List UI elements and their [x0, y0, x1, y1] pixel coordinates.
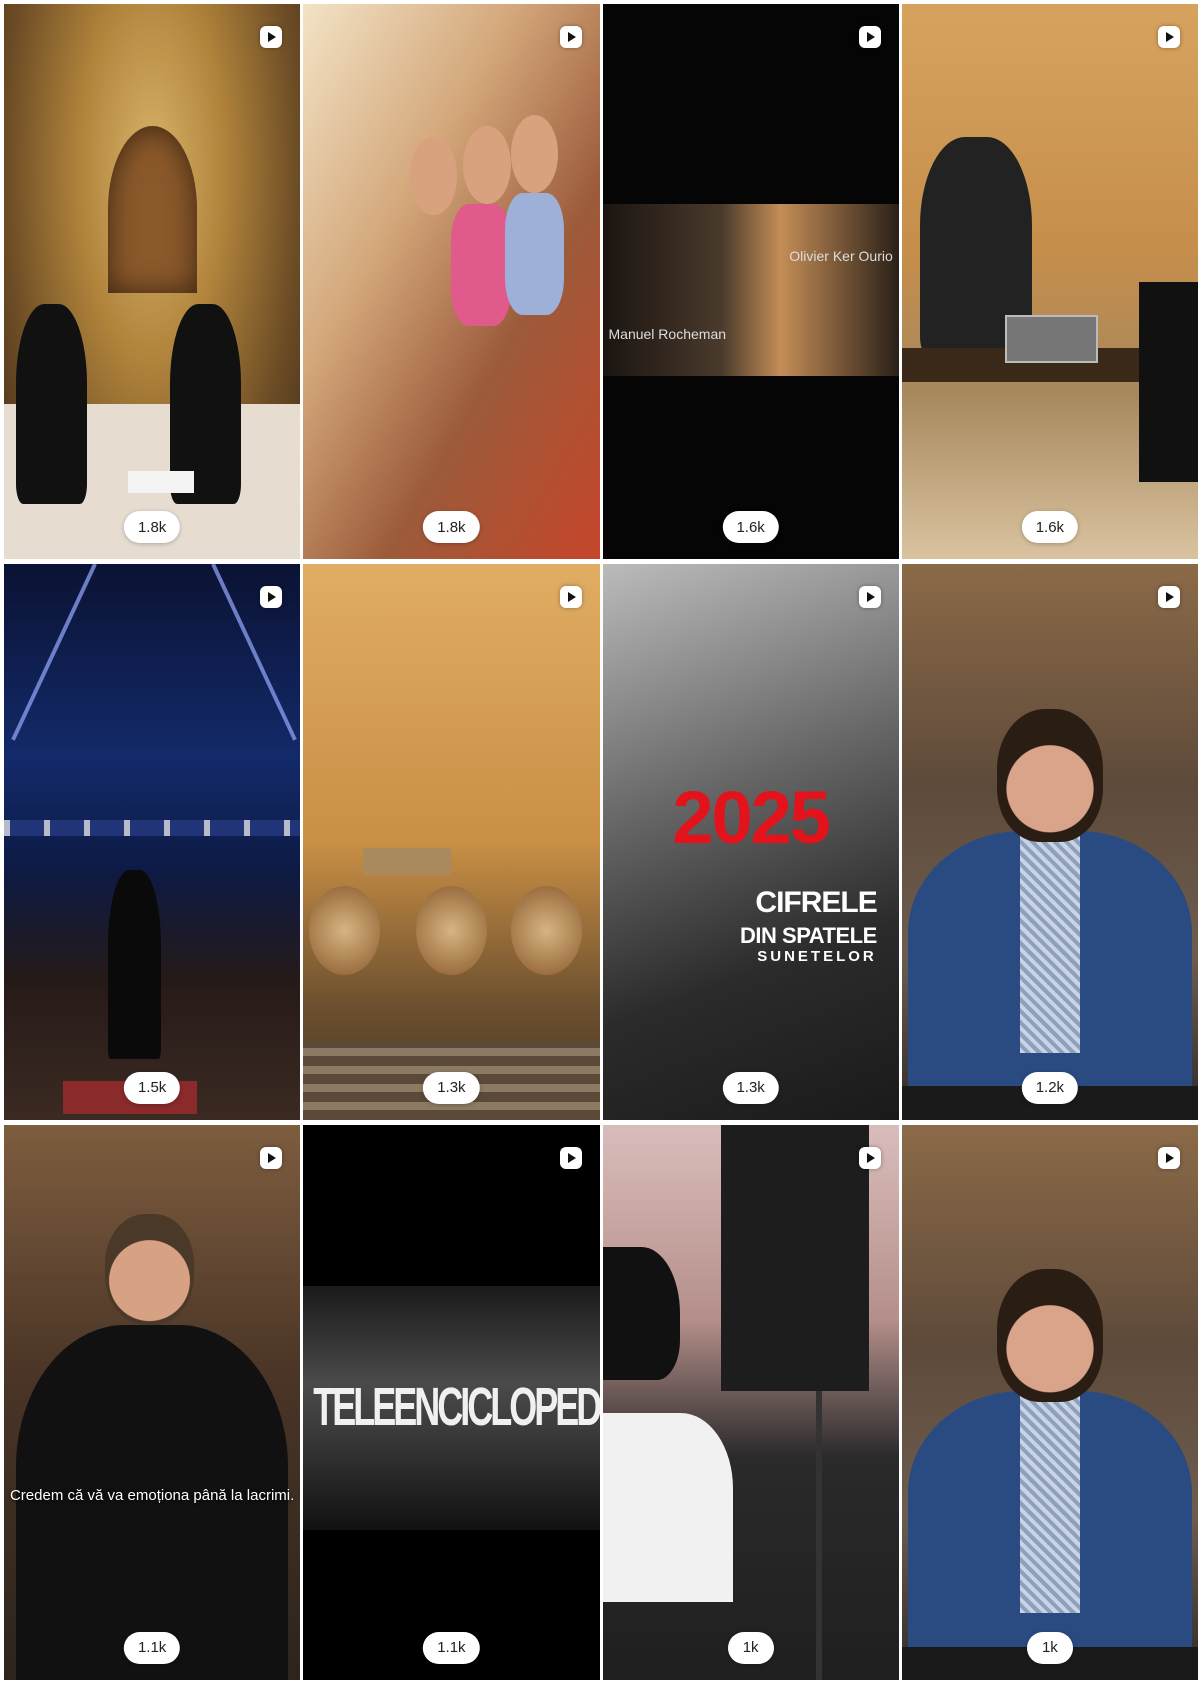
thumbnail-image — [901, 564, 1198, 1120]
reels-grid: 1.8k 1.8k Olivier Ker Ourio Manuel Roche… — [4, 4, 1198, 1680]
overlay-title-line: CIFRELE — [755, 886, 877, 920]
thumbnail-image — [303, 4, 599, 559]
view-count-badge: 1.8k — [123, 511, 181, 544]
reel-tile[interactable]: 1k — [901, 1124, 1198, 1680]
view-count-badge: 1.1k — [123, 1631, 181, 1664]
view-count-badge: 1.8k — [423, 511, 480, 544]
reel-tile[interactable]: TELEENCICLOPEDIA 1.1k — [303, 1124, 600, 1680]
reel-tile[interactable]: 2025 CIFRELE DIN SPATELE SUNETELOR 1.3k — [602, 564, 899, 1120]
thumbnail-image — [4, 564, 301, 1119]
overlay-year: 2025 — [672, 776, 831, 860]
video-caption: Manuel Rocheman — [608, 326, 727, 343]
view-count-badge: 1.6k — [722, 511, 779, 544]
thumbnail-image — [303, 564, 600, 1120]
view-count-badge: 1k — [727, 1631, 774, 1664]
overlay-title-line: SUNETELOR — [757, 947, 877, 965]
play-reel-icon — [260, 26, 283, 48]
view-count-badge: 1.3k — [722, 1071, 779, 1104]
view-count-badge: 1.1k — [423, 1631, 480, 1664]
play-reel-icon — [1158, 26, 1180, 48]
view-count-badge: 1.6k — [1021, 511, 1079, 544]
play-reel-icon — [260, 586, 283, 609]
video-caption: Olivier Ker Ourio — [789, 248, 893, 265]
overlay-title: TELEENCICLOPEDIA — [313, 1375, 600, 1437]
thumbnail-image — [4, 1125, 300, 1680]
play-reel-icon — [1158, 586, 1180, 609]
thumbnail-image — [901, 1125, 1198, 1680]
reel-tile[interactable]: 1k — [602, 1124, 899, 1680]
thumbnail-image — [602, 4, 899, 559]
thumbnail-image — [602, 1124, 899, 1680]
view-count-badge: 1k — [1026, 1631, 1073, 1664]
reel-tile[interactable]: 1.2k — [901, 564, 1198, 1120]
reel-tile[interactable]: Credem că vă va emoționa până la lacrimi… — [4, 1124, 301, 1680]
reel-tile[interactable]: 1.6k — [901, 4, 1198, 560]
thumbnail-image — [901, 4, 1198, 559]
thumbnail-image — [4, 4, 301, 560]
play-reel-icon — [858, 26, 881, 48]
reel-tile[interactable]: Olivier Ker Ourio Manuel Rocheman 1.6k — [602, 4, 899, 560]
reel-tile[interactable]: 1.3k — [303, 564, 600, 1120]
video-subtitle: Credem că vă va emoționa până la lacrimi… — [9, 1486, 295, 1504]
play-reel-icon — [559, 1146, 582, 1169]
play-reel-icon — [559, 586, 582, 609]
play-reel-icon — [559, 26, 582, 48]
overlay-title-line: DIN SPATELE — [740, 922, 877, 948]
view-count-badge: 1.3k — [423, 1071, 480, 1104]
reel-tile[interactable]: 1.8k — [303, 4, 600, 560]
reel-tile[interactable]: 1.8k — [4, 4, 301, 560]
play-reel-icon — [1158, 1146, 1180, 1169]
play-reel-icon — [858, 1146, 881, 1169]
reel-tile[interactable]: 1.5k — [4, 564, 301, 1120]
play-reel-icon — [260, 1146, 283, 1169]
play-reel-icon — [858, 586, 881, 609]
view-count-badge: 1.2k — [1021, 1071, 1079, 1104]
view-count-badge: 1.5k — [123, 1071, 181, 1104]
